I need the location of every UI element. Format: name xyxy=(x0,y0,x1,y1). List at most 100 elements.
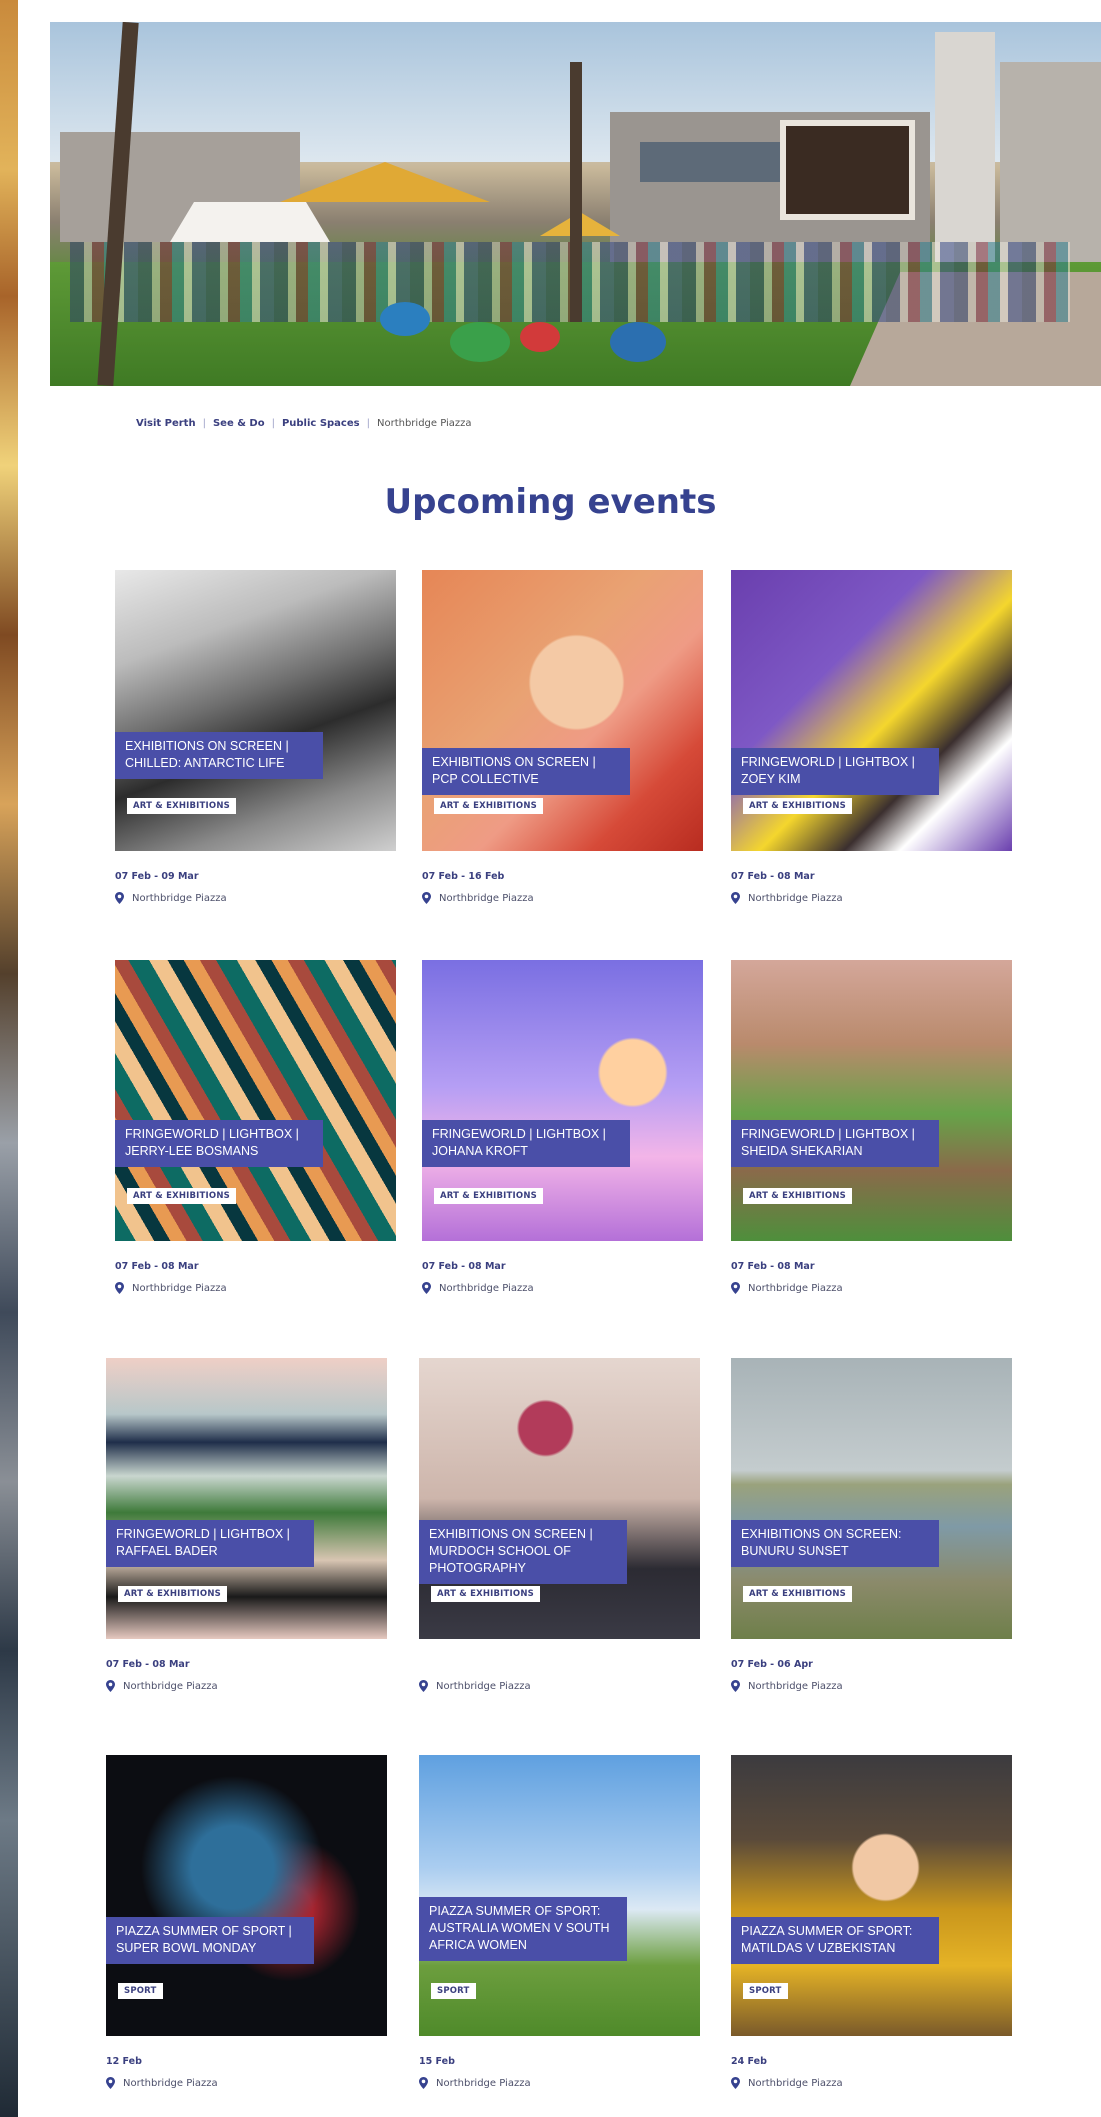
event-image[interactable]: FRINGEWORLD | LIGHTBOX | JERRY-LEE BOSMA… xyxy=(115,960,396,1241)
location-pin-icon xyxy=(115,892,124,904)
event-category-tag: ART & EXHIBITIONS xyxy=(743,1586,852,1602)
location-pin-icon xyxy=(419,1680,428,1692)
event-location: Northbridge Piazza xyxy=(731,1282,1012,1294)
event-category-tag: ART & EXHIBITIONS xyxy=(127,1188,236,1204)
event-category-tag: SPORT xyxy=(743,1983,788,1999)
event-date: 07 Feb - 08 Mar xyxy=(731,871,815,882)
event-category-tag: SPORT xyxy=(118,1983,163,1999)
breadcrumb-link-visit-perth[interactable]: Visit Perth xyxy=(136,418,196,429)
event-location-text: Northbridge Piazza xyxy=(748,1680,843,1692)
event-card[interactable]: EXHIBITIONS ON SCREEN | MURDOCH SCHOOL O… xyxy=(419,1358,700,1692)
event-category-tag: ART & EXHIBITIONS xyxy=(743,1188,852,1204)
event-location: Northbridge Piazza xyxy=(106,2077,387,2089)
event-date: 07 Feb - 08 Mar xyxy=(115,1261,199,1272)
event-category-tag: ART & EXHIBITIONS xyxy=(118,1586,227,1602)
event-title[interactable]: PIAZZA SUMMER OF SPORT: MATILDAS V UZBEK… xyxy=(731,1917,939,1964)
breadcrumb: Visit Perth | See & Do | Public Spaces |… xyxy=(136,418,472,429)
event-category-tag: ART & EXHIBITIONS xyxy=(127,798,236,814)
event-card[interactable]: EXHIBITIONS ON SCREEN: BUNURU SUNSET ART… xyxy=(731,1358,1012,1692)
event-location-text: Northbridge Piazza xyxy=(436,2077,531,2089)
event-image[interactable]: EXHIBITIONS ON SCREEN: BUNURU SUNSET ART… xyxy=(731,1358,1012,1639)
event-date: 07 Feb - 08 Mar xyxy=(106,1659,190,1670)
event-image[interactable]: FRINGEWORLD | LIGHTBOX | RAFFAEL BADER A… xyxy=(106,1358,387,1639)
event-location-text: Northbridge Piazza xyxy=(132,1282,227,1294)
event-image[interactable]: FRINGEWORLD | LIGHTBOX | SHEIDA SHEKARIA… xyxy=(731,960,1012,1241)
location-pin-icon xyxy=(422,1282,431,1294)
event-card[interactable]: EXHIBITIONS ON SCREEN | CHILLED: ANTARCT… xyxy=(115,570,396,904)
event-card[interactable]: FRINGEWORLD | LIGHTBOX | RAFFAEL BADER A… xyxy=(106,1358,387,1692)
event-category-tag: ART & EXHIBITIONS xyxy=(431,1586,540,1602)
event-location: Northbridge Piazza xyxy=(422,1282,703,1294)
event-image[interactable]: EXHIBITIONS ON SCREEN | MURDOCH SCHOOL O… xyxy=(419,1358,700,1639)
event-card[interactable]: EXHIBITIONS ON SCREEN | PCP COLLECTIVE A… xyxy=(422,570,703,904)
breadcrumb-separator: | xyxy=(366,418,370,429)
event-location-text: Northbridge Piazza xyxy=(123,2077,218,2089)
event-location: Northbridge Piazza xyxy=(731,892,1012,904)
event-category-tag: ART & EXHIBITIONS xyxy=(434,1188,543,1204)
event-image[interactable]: PIAZZA SUMMER OF SPORT: MATILDAS V UZBEK… xyxy=(731,1755,1012,2036)
event-image[interactable]: EXHIBITIONS ON SCREEN | PCP COLLECTIVE A… xyxy=(422,570,703,851)
event-image[interactable]: PIAZZA SUMMER OF SPORT: AUSTRALIA WOMEN … xyxy=(419,1755,700,2036)
event-card[interactable]: PIAZZA SUMMER OF SPORT: MATILDAS V UZBEK… xyxy=(731,1755,1012,2089)
event-title[interactable]: PIAZZA SUMMER OF SPORT: AUSTRALIA WOMEN … xyxy=(419,1897,627,1961)
location-pin-icon xyxy=(731,1680,740,1692)
event-card[interactable]: FRINGEWORLD | LIGHTBOX | JERRY-LEE BOSMA… xyxy=(115,960,396,1294)
event-image[interactable]: FRINGEWORLD | LIGHTBOX | ZOEY KIM ART & … xyxy=(731,570,1012,851)
event-location: Northbridge Piazza xyxy=(115,1282,396,1294)
location-pin-icon xyxy=(106,2077,115,2089)
event-location: Northbridge Piazza xyxy=(731,1680,1012,1692)
event-category-tag: ART & EXHIBITIONS xyxy=(434,798,543,814)
breadcrumb-separator: | xyxy=(271,418,275,429)
event-location: Northbridge Piazza xyxy=(731,2077,1012,2089)
event-date: 07 Feb - 16 Feb xyxy=(422,871,505,882)
event-card[interactable]: PIAZZA SUMMER OF SPORT: AUSTRALIA WOMEN … xyxy=(419,1755,700,2089)
event-title[interactable]: EXHIBITIONS ON SCREEN | MURDOCH SCHOOL O… xyxy=(419,1520,627,1584)
event-location-text: Northbridge Piazza xyxy=(132,892,227,904)
event-date: 12 Feb xyxy=(106,2056,142,2067)
event-location-text: Northbridge Piazza xyxy=(748,2077,843,2089)
event-category-tag: SPORT xyxy=(431,1983,476,1999)
event-date xyxy=(419,1659,700,1671)
event-location-text: Northbridge Piazza xyxy=(439,1282,534,1294)
event-title[interactable]: FRINGEWORLD | LIGHTBOX | RAFFAEL BADER xyxy=(106,1520,314,1567)
event-date: 24 Feb xyxy=(731,2056,767,2067)
event-location-text: Northbridge Piazza xyxy=(436,1680,531,1692)
breadcrumb-link-see-do[interactable]: See & Do xyxy=(213,418,265,429)
section-title: Upcoming events xyxy=(384,482,717,522)
breadcrumb-current: Northbridge Piazza xyxy=(376,418,472,429)
event-title[interactable]: FRINGEWORLD | LIGHTBOX | JOHANA KROFT xyxy=(422,1120,630,1167)
event-location: Northbridge Piazza xyxy=(419,1680,700,1692)
event-card[interactable]: PIAZZA SUMMER OF SPORT | SUPER BOWL MOND… xyxy=(106,1755,387,2089)
event-card[interactable]: FRINGEWORLD | LIGHTBOX | ZOEY KIM ART & … xyxy=(731,570,1012,904)
event-title[interactable]: FRINGEWORLD | LIGHTBOX | ZOEY KIM xyxy=(731,748,939,795)
location-pin-icon xyxy=(419,2077,428,2089)
event-date: 07 Feb - 09 Mar xyxy=(115,871,199,882)
location-pin-icon xyxy=(731,2077,740,2089)
event-image[interactable]: PIAZZA SUMMER OF SPORT | SUPER BOWL MOND… xyxy=(106,1755,387,2036)
event-card[interactable]: FRINGEWORLD | LIGHTBOX | JOHANA KROFT AR… xyxy=(422,960,703,1294)
hero-image xyxy=(50,22,1101,386)
event-title[interactable]: PIAZZA SUMMER OF SPORT | SUPER BOWL MOND… xyxy=(106,1917,314,1964)
event-location-text: Northbridge Piazza xyxy=(439,892,534,904)
event-title[interactable]: EXHIBITIONS ON SCREEN | CHILLED: ANTARCT… xyxy=(115,732,323,779)
event-location: Northbridge Piazza xyxy=(422,892,703,904)
event-title[interactable]: FRINGEWORLD | LIGHTBOX | JERRY-LEE BOSMA… xyxy=(115,1120,323,1167)
event-title[interactable]: EXHIBITIONS ON SCREEN: BUNURU SUNSET xyxy=(731,1520,939,1567)
location-pin-icon xyxy=(422,892,431,904)
breadcrumb-link-public-spaces[interactable]: Public Spaces xyxy=(282,418,360,429)
breadcrumb-separator: | xyxy=(202,418,206,429)
event-title[interactable]: FRINGEWORLD | LIGHTBOX | SHEIDA SHEKARIA… xyxy=(731,1120,939,1167)
event-title[interactable]: EXHIBITIONS ON SCREEN | PCP COLLECTIVE xyxy=(422,748,630,795)
background-image-strip xyxy=(0,0,18,2117)
event-location: Northbridge Piazza xyxy=(419,2077,700,2089)
event-category-tag: ART & EXHIBITIONS xyxy=(743,798,852,814)
event-image[interactable]: FRINGEWORLD | LIGHTBOX | JOHANA KROFT AR… xyxy=(422,960,703,1241)
event-location: Northbridge Piazza xyxy=(106,1680,387,1692)
event-card[interactable]: FRINGEWORLD | LIGHTBOX | SHEIDA SHEKARIA… xyxy=(731,960,1012,1294)
event-date: 07 Feb - 08 Mar xyxy=(422,1261,506,1272)
event-location-text: Northbridge Piazza xyxy=(748,892,843,904)
location-pin-icon xyxy=(115,1282,124,1294)
event-date: 07 Feb - 06 Apr xyxy=(731,1659,813,1670)
event-image[interactable]: EXHIBITIONS ON SCREEN | CHILLED: ANTARCT… xyxy=(115,570,396,851)
event-location: Northbridge Piazza xyxy=(115,892,396,904)
